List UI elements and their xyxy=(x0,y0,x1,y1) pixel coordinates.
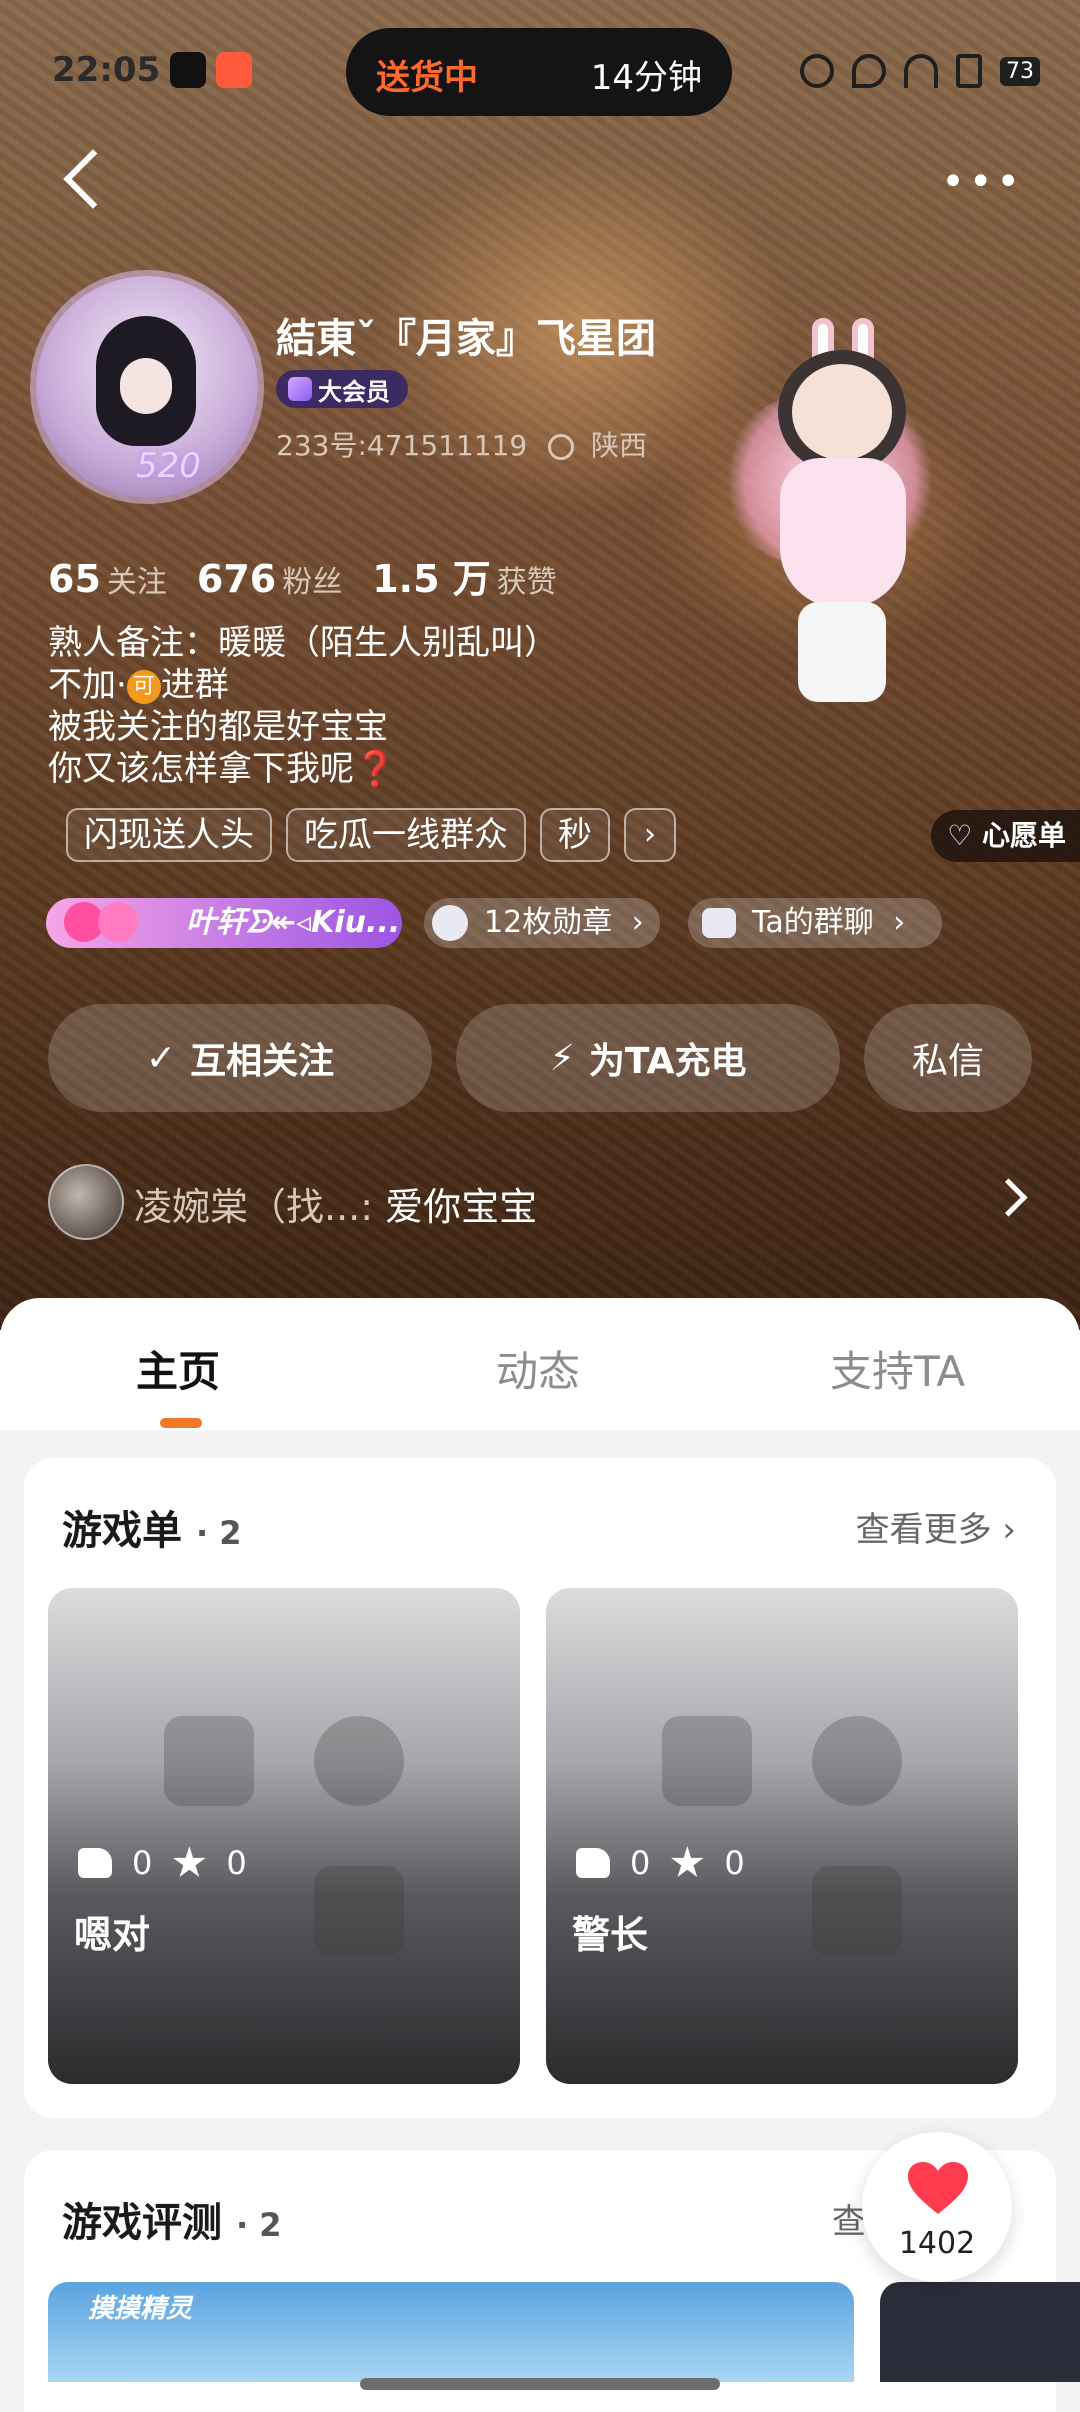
vip-label: 大会员 xyxy=(318,377,390,406)
bio-line: 不加· 可进群 xyxy=(48,665,229,705)
copy-icon[interactable] xyxy=(548,434,575,460)
tab-home[interactable]: 主页 xyxy=(136,1338,220,1399)
clock: 22:05 xyxy=(52,50,161,90)
thumbs-up-icon xyxy=(78,1848,112,1878)
tab-support[interactable]: 支持TA xyxy=(830,1338,965,1399)
avatar-frame-number: 520 xyxy=(136,446,201,486)
visitor-text: 凌婉棠（找...: 爱你宝宝 xyxy=(134,1185,538,1229)
system-icons: 73 xyxy=(800,54,1040,88)
location-icon xyxy=(852,54,886,88)
game-list-name: 警长 xyxy=(572,1913,649,1957)
reviews-see-more[interactable]: 查 xyxy=(832,2194,866,2243)
vip-gem-icon xyxy=(288,377,312,401)
status-bar: 22:05 送货中 14分钟 73 xyxy=(0,28,1080,116)
tab-feed[interactable]: 动态 xyxy=(496,1338,580,1399)
profile-hero: 22:05 送货中 14分钟 73 ••• 520 結東ˇ『月家』飞星团 大会员… xyxy=(0,0,1080,1330)
game-list-meta: 0 0 xyxy=(78,1844,247,1882)
profile-stats: 65 关注 676 粉丝 1.5 万获赞 xyxy=(48,548,557,603)
hearts-icon xyxy=(50,892,170,950)
back-arrow-icon[interactable] xyxy=(63,149,123,209)
vip-badge[interactable]: 大会员 xyxy=(276,370,408,408)
tag-list: 闪现送人头 吃瓜一线群众 秒 › xyxy=(66,808,676,862)
coin-icon: 可 xyxy=(126,669,161,704)
figure-dress xyxy=(780,458,906,608)
like-button[interactable]: 1402 xyxy=(862,2132,1012,2282)
reviews-title: 游戏评测 · 2 xyxy=(62,2200,282,2246)
visitor-message[interactable]: 凌婉棠（找...: 爱你宝宝 xyxy=(48,1164,1032,1240)
avatar[interactable]: 520 xyxy=(36,276,258,498)
heart-outline-icon: ♡ xyxy=(947,819,973,852)
fan-badge-chip[interactable]: 叶轩ᗦ↞◃Kiu... xyxy=(46,898,402,948)
like-count: 1402 xyxy=(898,2226,976,2261)
tab-indicator xyxy=(160,1418,202,1428)
tag[interactable]: 秒 xyxy=(540,808,610,862)
heart-icon xyxy=(908,2162,968,2214)
chat-bubble-icon xyxy=(702,908,736,938)
review-banner-logo: 摸摸精灵 xyxy=(88,2294,193,2324)
uid-text: 233号:471511119 xyxy=(276,429,528,462)
see-more-link[interactable]: 查看更多 › xyxy=(856,1502,1016,1551)
game-list-item[interactable]: 0 0 警长 xyxy=(546,1588,1018,2084)
tag[interactable]: 吃瓜一线群众 xyxy=(286,808,526,862)
tags-expand-button[interactable]: › xyxy=(624,808,676,862)
lightning-icon: ⚡ xyxy=(549,1037,575,1079)
chevron-right-icon: › xyxy=(631,905,644,940)
figure-legs xyxy=(798,602,886,702)
bio: 熟人备注：暖暖（陌生人别乱叫） 不加· 可进群 被我关注的都是好宝宝 你又该怎样拿… xyxy=(48,622,558,790)
bio-line: 你又该怎样拿下我呢❓ xyxy=(48,749,397,789)
home-indicator[interactable] xyxy=(360,2378,720,2390)
avatar-face xyxy=(96,316,196,446)
game-list-item[interactable]: 0 0 嗯对 xyxy=(48,1588,520,2084)
wifi-icon xyxy=(904,54,938,88)
game-list-title: 游戏单 · 2 xyxy=(62,1508,242,1554)
location-text: 陕西 xyxy=(591,429,648,462)
fans-stat[interactable]: 676 粉丝 xyxy=(197,557,342,601)
avatar-figure[interactable] xyxy=(700,310,990,710)
figure-head xyxy=(792,364,892,460)
game-list-meta: 0 0 xyxy=(576,1844,745,1882)
game-list-card: 游戏单 · 2 查看更多 › 0 0 嗯对 0 0 警长 xyxy=(24,1458,1056,2118)
star-icon xyxy=(671,1846,704,1877)
delivery-eta: 14分钟 xyxy=(590,58,702,98)
star-icon xyxy=(173,1846,206,1877)
chip-row: 叶轩ᗦ↞◃Kiu... 12枚勋章 › Ta的群聊 › xyxy=(46,898,1080,950)
chevron-right-icon: › xyxy=(893,905,906,940)
review-banner[interactable] xyxy=(880,2282,1080,2382)
alarm-icon xyxy=(800,54,834,88)
sim-off-icon xyxy=(956,54,982,88)
tag[interactable]: 闪现送人头 xyxy=(66,808,272,862)
game-list-name: 嗯对 xyxy=(74,1913,151,1957)
bio-line: 被我关注的都是好宝宝 xyxy=(48,707,388,747)
delivery-status: 送货中 xyxy=(376,58,478,98)
likes-stat[interactable]: 1.5 万获赞 xyxy=(372,548,557,603)
battery-icon: 73 xyxy=(1000,56,1040,86)
review-banner[interactable]: 摸摸精灵 xyxy=(48,2282,854,2382)
thumbs-up-icon xyxy=(576,1848,610,1878)
tiktok-icon xyxy=(170,52,206,88)
delivery-pill[interactable]: 送货中 14分钟 xyxy=(346,28,732,116)
charge-button[interactable]: ⚡ 为TA充电 xyxy=(456,1004,840,1112)
more-options-icon[interactable]: ••• xyxy=(941,162,1024,202)
bio-line: 熟人备注：暖暖（陌生人别乱叫） xyxy=(48,623,558,663)
chevron-right-icon xyxy=(989,1178,1028,1217)
profile-name: 結東ˇ『月家』飞星团 xyxy=(276,316,656,362)
uid-line: 233号:471511119 陕西 xyxy=(276,424,647,464)
follow-stat[interactable]: 65 关注 xyxy=(48,557,167,601)
shopping-app-icon xyxy=(216,52,252,88)
group-chat-chip[interactable]: Ta的群聊 › xyxy=(688,898,942,948)
medal-icon xyxy=(432,905,468,941)
wishlist-button[interactable]: ♡ 心愿单 xyxy=(931,810,1080,862)
visitor-avatar xyxy=(48,1164,124,1240)
message-button[interactable]: 私信 xyxy=(864,1004,1032,1112)
medal-chip[interactable]: 12枚勋章 › xyxy=(424,898,660,948)
check-icon: ✓ xyxy=(145,1037,177,1079)
mutual-follow-button[interactable]: ✓ 互相关注 xyxy=(48,1004,432,1112)
tab-bar: 主页 动态 支持TA xyxy=(0,1298,1080,1430)
